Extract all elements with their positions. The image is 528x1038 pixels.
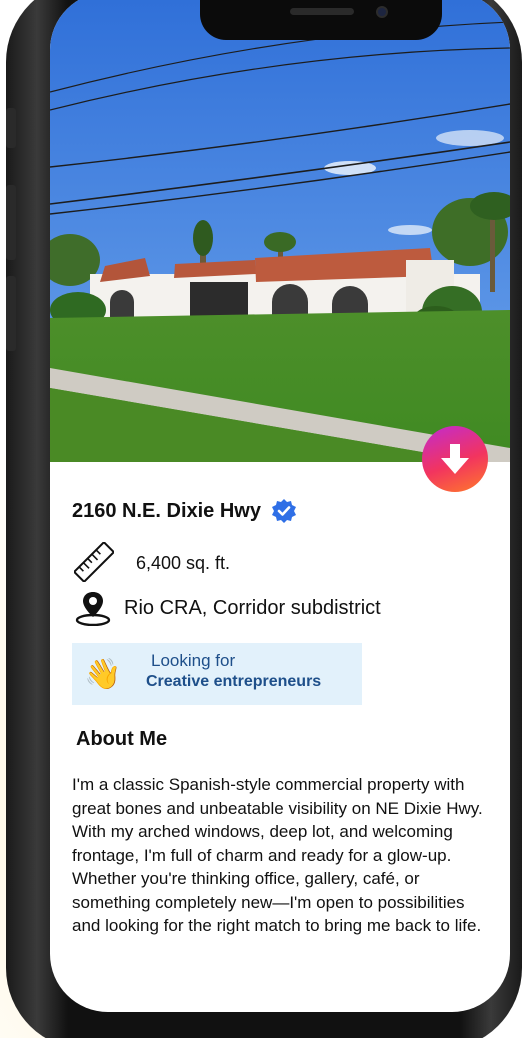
property-photo xyxy=(50,0,510,462)
phone-frame: 2160 N.E. Dixie Hwy 6,400 sq. ft. Rio CR… xyxy=(6,0,522,1038)
location-row: Rio CRA, Corridor subdistrict xyxy=(74,590,494,626)
ruler-icon xyxy=(74,542,114,582)
volume-down-button xyxy=(6,276,16,351)
waving-hand-icon: 👋 xyxy=(84,658,122,691)
looking-for-card: 👋 Looking for Creative entrepreneurs xyxy=(72,643,362,705)
property-location: Rio CRA, Corridor subdistrict xyxy=(124,597,381,619)
verified-badge-icon xyxy=(271,499,296,523)
map-pin-icon xyxy=(75,592,111,626)
phone-notch xyxy=(200,0,442,40)
looking-for-value: Creative entrepreneurs xyxy=(146,673,322,690)
speaker-grille xyxy=(290,8,354,15)
looking-for-label: Looking for xyxy=(151,651,236,670)
arrow-down-icon xyxy=(441,444,469,474)
title-row: 2160 N.E. Dixie Hwy xyxy=(72,498,297,524)
front-camera xyxy=(376,6,388,18)
property-area: 6,400 sq. ft. xyxy=(136,553,231,573)
property-address: 2160 N.E. Dixie Hwy xyxy=(72,499,261,522)
download-button[interactable] xyxy=(422,426,488,492)
phone-screen: 2160 N.E. Dixie Hwy 6,400 sq. ft. Rio CR… xyxy=(50,0,510,1012)
about-description: I'm a classic Spanish-style commercial p… xyxy=(72,775,483,935)
volume-up-button xyxy=(6,185,16,260)
mute-switch xyxy=(6,108,16,148)
about-heading: About Me xyxy=(76,728,168,750)
